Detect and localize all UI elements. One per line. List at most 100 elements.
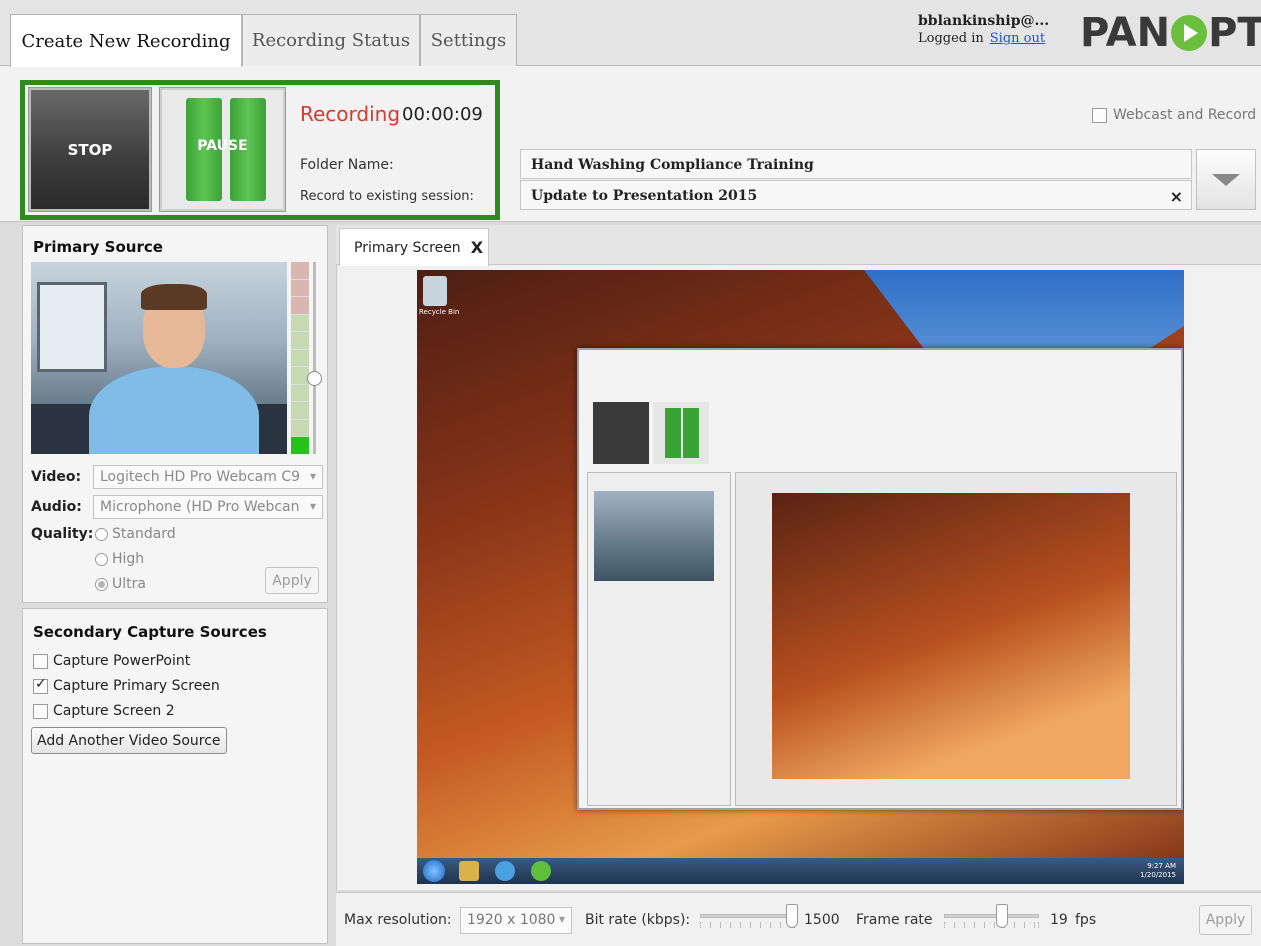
fps-unit: fps xyxy=(1075,912,1097,928)
frame-rate-label: Frame rate xyxy=(856,912,933,928)
recording-state: Recording xyxy=(300,102,401,126)
add-video-source-button[interactable]: Add Another Video Source xyxy=(31,727,227,754)
level-segment xyxy=(291,314,309,332)
capture-screen-2-checkbox[interactable]: Capture Screen 2 xyxy=(33,703,175,719)
nested-webcam xyxy=(594,491,714,581)
recording-elapsed-time: 00:00:09 xyxy=(402,104,483,125)
secondary-sources-panel: Secondary Capture Sources Capture PowerP… xyxy=(22,608,328,944)
radio-icon[interactable] xyxy=(95,552,108,566)
checkbox-icon[interactable] xyxy=(33,703,48,719)
webcam-bg-window xyxy=(37,282,107,372)
tab-recording-status[interactable]: Recording Status xyxy=(242,14,420,66)
webcast-checkbox-box[interactable] xyxy=(1092,107,1107,123)
logged-in-text: Logged in xyxy=(918,31,984,46)
quality-high-radio[interactable]: High xyxy=(95,551,144,567)
audio-label: Audio: xyxy=(31,499,82,515)
bit-rate-slider-track[interactable] xyxy=(700,914,795,918)
bit-rate-ticks xyxy=(700,922,795,928)
tab-create-new-recording[interactable]: Create New Recording xyxy=(10,14,242,67)
frame-rate-slider-track[interactable] xyxy=(944,914,1039,918)
quality-ultra-radio[interactable]: Ultra xyxy=(95,576,146,592)
screen-tab-label: Primary Screen xyxy=(354,239,461,256)
video-select[interactable]: Logitech HD Pro Webcam C9 xyxy=(93,465,323,489)
checkbox-label: Capture PowerPoint xyxy=(53,653,191,669)
quality-standard-radio[interactable]: Standard xyxy=(95,526,176,542)
checkbox-label: Capture Screen 2 xyxy=(53,703,175,719)
apply-capture-settings-button[interactable]: Apply xyxy=(1199,905,1252,935)
audio-gain-slider-track[interactable] xyxy=(313,262,316,454)
nested-recorder-window xyxy=(577,348,1183,810)
webcam-preview xyxy=(31,262,287,454)
video-label: Video: xyxy=(31,469,82,485)
webcast-label: Webcast and Record xyxy=(1113,107,1257,123)
webcam-person-body xyxy=(89,366,259,454)
max-resolution-select[interactable]: 1920 x 1080 xyxy=(460,907,572,934)
user-info: bblankinship@... Logged in Sign out xyxy=(918,12,1049,48)
level-segment xyxy=(291,437,309,455)
pause-button[interactable]: PAUSE xyxy=(159,87,286,212)
nested-source-panel xyxy=(587,472,731,806)
bit-rate-slider-thumb[interactable] xyxy=(786,904,798,928)
bit-rate-value: 1500 xyxy=(804,912,840,928)
nested-pause-button xyxy=(653,402,709,464)
existing-session-label: Record to existing session: xyxy=(300,189,474,204)
folder-name-field[interactable]: Hand Washing Compliance Training xyxy=(520,149,1192,179)
recycle-bin-icon xyxy=(423,276,447,306)
frame-rate-slider-thumb[interactable] xyxy=(996,904,1008,928)
nested-stop-button xyxy=(593,402,649,464)
nested-desktop xyxy=(772,493,1130,779)
nested-preview xyxy=(735,472,1177,806)
quality-option-label: Ultra xyxy=(112,576,146,592)
quality-label: Quality: xyxy=(31,526,94,542)
recorder-app-icon xyxy=(531,861,551,881)
browser-icon xyxy=(495,861,515,881)
recycle-bin-label: Recycle Bin xyxy=(419,308,460,316)
checkbox-label: Capture Primary Screen xyxy=(53,678,220,694)
close-tab-icon[interactable]: X xyxy=(471,238,483,257)
level-segment xyxy=(291,262,309,279)
folder-name-label: Folder Name: xyxy=(300,157,394,173)
apply-primary-button[interactable]: Apply xyxy=(265,567,319,594)
audio-gain-slider-knob[interactable] xyxy=(307,371,322,386)
max-resolution-label: Max resolution: xyxy=(344,912,452,928)
logo-play-icon xyxy=(1171,15,1208,51)
stop-button[interactable]: STOP xyxy=(28,87,152,212)
sign-out-link[interactable]: Sign out xyxy=(990,31,1045,46)
clear-session-icon[interactable]: × xyxy=(1170,187,1183,206)
level-segment xyxy=(291,332,309,349)
level-segment xyxy=(291,297,309,314)
checkbox-icon[interactable] xyxy=(33,653,48,669)
start-orb-icon xyxy=(423,860,445,882)
level-segment xyxy=(291,279,309,297)
audio-level-meter xyxy=(291,262,309,455)
level-segment xyxy=(291,349,309,367)
level-segment xyxy=(291,402,309,419)
existing-session-field[interactable]: Update to Presentation 2015 × xyxy=(520,180,1192,210)
audio-select[interactable]: Microphone (HD Pro Webcan xyxy=(93,495,323,519)
tab-settings[interactable]: Settings xyxy=(420,14,517,66)
radio-icon[interactable] xyxy=(95,527,108,541)
quality-option-label: Standard xyxy=(112,526,176,542)
screen-capture-preview: Recycle Bin 9:27 AM 1/20/2015 xyxy=(417,270,1184,884)
explorer-icon xyxy=(459,861,479,881)
frame-rate-value: 19 xyxy=(1050,912,1068,928)
tray-clock: 9:27 AM 1/20/2015 xyxy=(1140,862,1176,879)
tab-primary-screen[interactable]: Primary Screen X xyxy=(339,228,489,266)
radio-selected-icon[interactable] xyxy=(95,577,108,591)
pause-label: PAUSE xyxy=(197,138,248,154)
frame-rate-ticks xyxy=(944,922,1039,928)
user-name: bblankinship@... xyxy=(918,13,1050,29)
checkbox-checked-icon[interactable] xyxy=(33,676,48,694)
level-segment xyxy=(291,419,309,437)
logo-text-start: PAN xyxy=(1080,10,1171,56)
primary-source-title: Primary Source xyxy=(33,238,163,256)
panopto-logo: PAN PTO xyxy=(1080,10,1261,56)
folder-dropdown-button[interactable] xyxy=(1196,149,1256,210)
webcam-person-hair xyxy=(141,284,207,310)
bit-rate-label: Bit rate (kbps): xyxy=(585,912,691,928)
secondary-sources-title: Secondary Capture Sources xyxy=(33,623,267,641)
quality-option-label: High xyxy=(112,551,145,567)
capture-primary-screen-checkbox[interactable]: Capture Primary Screen xyxy=(33,676,220,694)
webcast-and-record-checkbox[interactable]: Webcast and Record xyxy=(1092,107,1256,123)
capture-powerpoint-checkbox[interactable]: Capture PowerPoint xyxy=(33,653,190,669)
